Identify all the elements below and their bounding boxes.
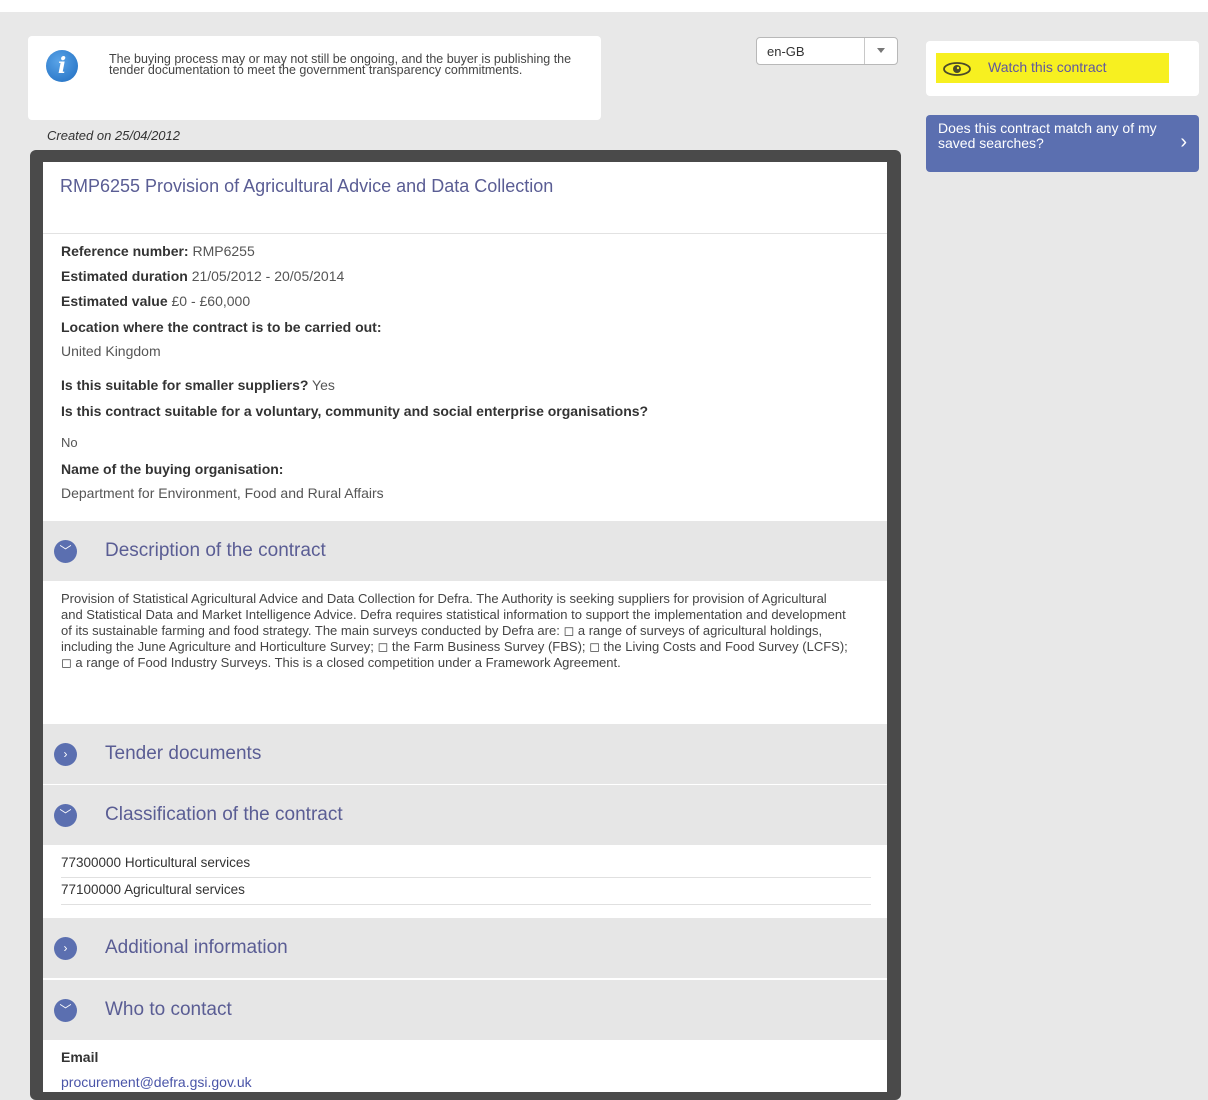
- section-title: Who to contact: [105, 999, 232, 1020]
- smaller-suppliers-label: Is this suitable for smaller suppliers?: [61, 377, 309, 393]
- vcse-value: No: [61, 435, 78, 450]
- vcse-label: Is this contract suitable for a voluntar…: [61, 403, 649, 419]
- description-text: Provision of Statistical Agricultural Ad…: [61, 591, 848, 670]
- language-value: en-GB: [767, 44, 805, 59]
- email-link[interactable]: procurement@defra.gsi.gov.uk: [61, 1074, 252, 1090]
- smaller-suppliers-row: Is this suitable for smaller suppliers? …: [61, 377, 335, 393]
- cpv-code: 77300000: [61, 855, 122, 870]
- chevron-down-icon: ﹀: [54, 999, 77, 1022]
- chevron-down-icon: ﹀: [54, 540, 77, 563]
- watch-contract-link[interactable]: Watch this contract: [988, 59, 1107, 75]
- saved-searches-button[interactable]: Does this contract match any of my saved…: [926, 115, 1199, 172]
- reference-label: Reference number:: [61, 243, 189, 259]
- section-who-to-contact[interactable]: ﹀ Who to contact: [43, 980, 887, 1040]
- duration-value: 21/05/2012 - 20/05/2014: [191, 268, 345, 284]
- email-label: Email: [61, 1049, 99, 1065]
- section-title: Additional information: [105, 937, 288, 958]
- location-value: United Kingdom: [61, 343, 161, 359]
- section-tender-documents[interactable]: › Tender documents: [43, 724, 887, 784]
- chevron-right-icon: ›: [54, 937, 77, 960]
- cpv-item: 77100000 Agricultural services: [61, 882, 871, 897]
- cpv-divider: [61, 877, 871, 878]
- section-additional-information[interactable]: › Additional information: [43, 918, 887, 978]
- top-strip: [0, 0, 1208, 12]
- dropdown-arrow-icon[interactable]: [864, 38, 897, 64]
- notice-text: The buying process may or may not still …: [109, 52, 572, 77]
- title-divider: [43, 233, 887, 234]
- info-icon: i: [46, 50, 78, 82]
- watch-panel: Watch this contract: [926, 41, 1199, 96]
- smaller-suppliers-value: Yes: [312, 377, 335, 393]
- cpv-name: Agricultural services: [124, 882, 245, 897]
- section-description[interactable]: ﹀ Description of the contract: [43, 521, 887, 581]
- language-select[interactable]: en-GB: [756, 37, 898, 65]
- saved-searches-label: Does this contract match any of my saved…: [938, 120, 1157, 151]
- section-title: Tender documents: [105, 743, 262, 764]
- cpv-code: 77100000: [61, 882, 122, 897]
- created-date: Created on 25/04/2012: [47, 128, 180, 143]
- reference-row: Reference number: RMP6255: [61, 243, 255, 259]
- cpv-item: 77300000 Horticultural services: [61, 855, 871, 870]
- reference-value: RMP6255: [192, 243, 255, 259]
- section-classification[interactable]: ﹀ Classification of the contract: [43, 785, 887, 845]
- value-label: Estimated value: [61, 293, 168, 309]
- duration-row: Estimated duration 21/05/2012 - 20/05/20…: [61, 268, 344, 284]
- contract-card: RMP6255 Provision of Agricultural Advice…: [43, 162, 887, 1092]
- section-title: Description of the contract: [105, 540, 326, 561]
- chevron-right-icon: ›: [1180, 131, 1187, 153]
- value-value: £0 - £60,000: [171, 293, 251, 309]
- transparency-notice: i The buying process may or may not stil…: [28, 36, 601, 120]
- page-title: RMP6255 Provision of Agricultural Advice…: [60, 176, 554, 196]
- location-label: Location where the contract is to be car…: [61, 319, 382, 335]
- duration-label: Estimated duration: [61, 268, 188, 284]
- section-title: Classification of the contract: [105, 804, 343, 825]
- buyer-value: Department for Environment, Food and Rur…: [61, 485, 384, 501]
- buyer-label: Name of the buying organisation:: [61, 461, 284, 477]
- chevron-down-icon: ﹀: [54, 804, 77, 827]
- cpv-name: Horticultural services: [124, 855, 251, 870]
- value-row: Estimated value £0 - £60,000: [61, 293, 250, 309]
- chevron-right-icon: ›: [54, 743, 77, 766]
- cpv-divider: [61, 904, 871, 905]
- eye-icon[interactable]: [942, 60, 972, 78]
